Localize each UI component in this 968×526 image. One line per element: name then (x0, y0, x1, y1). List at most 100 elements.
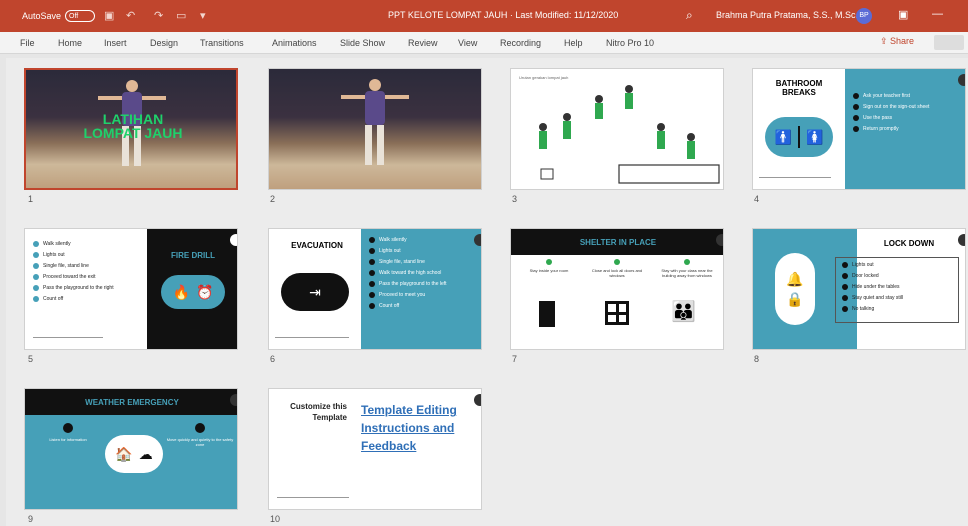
slide-6-title: EVACUATION (291, 241, 343, 250)
door-icon (539, 301, 555, 327)
tab-view[interactable]: View (458, 38, 477, 48)
slide-7-title: SHELTER IN PLACE (579, 238, 657, 247)
tab-help[interactable]: Help (564, 38, 583, 48)
avatar[interactable]: BP (856, 8, 872, 24)
bullet: Lights out (33, 252, 114, 258)
bullet: No talking (842, 306, 958, 312)
slide-9-column-2: Move quickly and quietly to the safety z… (165, 423, 235, 447)
redo-icon[interactable]: ↷ (154, 9, 163, 22)
bullet: Ask your teacher first (853, 93, 965, 99)
bullet: Proceed to meet you (369, 292, 481, 298)
slide-8-bullets: Lights out Door locked Hide under the ta… (835, 257, 959, 323)
lock-icon: 🔔 🔒 (775, 253, 815, 325)
slide-thumbnail-7[interactable]: SHELTER IN PLACE Stay inside your room C… (510, 228, 724, 350)
family-icon: 👪 (671, 301, 696, 323)
bullet: Single file, stand line (33, 263, 114, 269)
bullet: Single file, stand line (369, 259, 481, 265)
slide-7-column-2: Close and lock all doors and windows (587, 259, 647, 278)
user-name[interactable]: Brahma Putra Pratama, S.S., M.Sc. (716, 10, 858, 20)
template-instructions-link[interactable]: Template Editing Instructions and Feedba… (361, 403, 457, 453)
tab-animations[interactable]: Animations (272, 38, 317, 48)
autosave-state: Off (69, 12, 79, 20)
slide-5-panel: FIRE DRILL 🔥 ⏰ (147, 229, 237, 349)
bullet: Pass the playground to the right (33, 285, 114, 291)
slide-number-3: 3 (512, 194, 518, 204)
ribbon-display-icon[interactable]: ▣ (898, 8, 908, 21)
autosave-toggle[interactable]: Off (65, 10, 96, 22)
bullet: Return promptly (853, 126, 965, 132)
customize-quick-access-icon[interactable]: ▾ (200, 9, 206, 22)
slide-7-header: SHELTER IN PLACE (511, 229, 723, 255)
house-icon: 🏠 ☁ (105, 435, 163, 473)
slide-thumbnail-9[interactable]: WEATHER EMERGENCY Listen for information… (24, 388, 238, 510)
comments-button[interactable] (934, 35, 964, 50)
slide-number-8: 8 (754, 354, 760, 364)
slide-thumbnail-6[interactable]: EVACUATION ⇥ Walk silently Lights out Si… (268, 228, 482, 350)
slide-8-title: LOCK DOWN (883, 239, 935, 248)
athlete-figure (341, 79, 409, 169)
slide-thumbnail-4[interactable]: BATHROOM BREAKS 🚹 🚺 Ask your teacher firs… (752, 68, 966, 190)
slide-10-link-wrapper: Template Editing Instructions and Feedba… (361, 401, 471, 455)
slide-number-1: 1 (28, 194, 34, 204)
undo-icon[interactable]: ↶ (126, 9, 135, 22)
bullet: Count off (33, 296, 114, 302)
autosave-control[interactable]: AutoSave Off (22, 10, 96, 22)
share-label: Share (890, 36, 915, 46)
bullet: Use the pass (853, 115, 965, 121)
document-title[interactable]: PPT KELOTE LOMPAT JAUH · Last Modified: … (388, 10, 618, 20)
bullet: Proceed toward the exit (33, 274, 114, 280)
slide-4-panel: Ask your teacher first Sign out on the s… (845, 69, 965, 189)
slide-number-2: 2 (270, 194, 276, 204)
tab-nitro-pro[interactable]: Nitro Pro 10 (606, 38, 654, 48)
search-icon[interactable]: ⌕ (686, 8, 693, 23)
slide-sorter: LATIHAN LOMPAT JAUH 1 2 Urutan gerakan l… (6, 58, 968, 526)
tab-insert[interactable]: Insert (104, 38, 127, 48)
tab-home[interactable]: Home (58, 38, 82, 48)
bullet: Pass the playground to the left (369, 281, 481, 287)
bullet: Sign out on the sign-out sheet (853, 104, 965, 110)
slide-9-title: WEATHER EMERGENCY (85, 398, 179, 407)
autosave-label: AutoSave (22, 11, 62, 21)
tab-transitions[interactable]: Transitions (200, 38, 244, 48)
slide-thumbnail-5[interactable]: Walk silently Lights out Single file, st… (24, 228, 238, 350)
slide-10-side-text: Customize this Template (290, 402, 347, 422)
bullet: Lights out (842, 262, 958, 268)
minimize-icon[interactable]: — (932, 8, 943, 20)
ribbon-tabs: File Home Insert Design Transitions Anim… (0, 32, 968, 54)
slide-9-column-1: Listen for information (33, 423, 103, 442)
slide-number-9: 9 (28, 514, 34, 524)
exit-icon: ⇥ (281, 273, 349, 311)
slide-thumbnail-1[interactable]: LATIHAN LOMPAT JAUH (24, 68, 238, 190)
slide-thumbnail-8[interactable]: 🔔 🔒 LOCK DOWN Lights out Door locked Hide… (752, 228, 966, 350)
bullet: Hide under the tables (842, 284, 958, 290)
bullet: Stay quiet and stay still (842, 295, 958, 301)
slide-number-5: 5 (28, 354, 34, 364)
tab-file[interactable]: File (20, 38, 35, 48)
slide-thumbnail-2[interactable] (268, 68, 482, 190)
restroom-icon: 🚹 🚺 (765, 117, 833, 157)
bullet: Door locked (842, 273, 958, 279)
slide-6-panel: Walk silently Lights out Single file, st… (361, 229, 481, 349)
slide-thumbnail-3[interactable]: Urutan gerakan lompat jauh (510, 68, 724, 190)
tab-slide-show[interactable]: Slide Show (340, 38, 385, 48)
slide-number-4: 4 (754, 194, 760, 204)
share-button[interactable]: ⇪ Share (880, 36, 914, 47)
present-icon[interactable]: ▭ (176, 9, 186, 22)
tab-design[interactable]: Design (150, 38, 178, 48)
slide-4-title: BATHROOM BREAKS (775, 79, 823, 97)
bullet: Walk silently (369, 237, 481, 243)
long-jump-sequence-illustration (539, 85, 720, 184)
bullet: Lights out (369, 248, 481, 254)
bullet: Walk toward the high school (369, 270, 481, 276)
save-icon[interactable]: ▣ (104, 9, 114, 22)
slide-thumbnail-10[interactable]: Customize this Template Template Editing… (268, 388, 482, 510)
title-bar: AutoSave Off ▣ ↶ ↷ ▭ ▾ PPT KELOTE LOMPAT… (0, 0, 968, 32)
slide-5-title: FIRE DRILL (171, 251, 215, 260)
window-icon (605, 301, 629, 325)
bullet: Count off (369, 303, 481, 309)
slide-number-7: 7 (512, 354, 518, 364)
slide-5-bullets: Walk silently Lights out Single file, st… (33, 241, 114, 307)
tab-review[interactable]: Review (408, 38, 438, 48)
tab-recording[interactable]: Recording (500, 38, 541, 48)
slide-7-column-3: Stay with your class near the building a… (655, 259, 719, 278)
